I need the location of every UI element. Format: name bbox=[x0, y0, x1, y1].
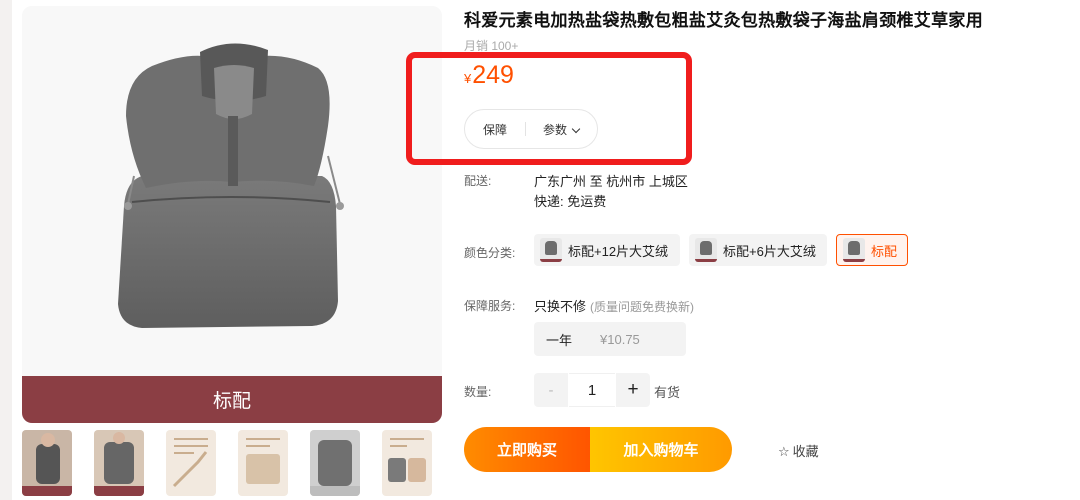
selected-variant-banner: 标配 bbox=[22, 376, 442, 423]
favorite-button[interactable]: ☆ 收藏 bbox=[778, 441, 819, 460]
thumbnail-strip bbox=[22, 430, 452, 500]
heated-shawl-illustration bbox=[118, 43, 344, 328]
thumbnail-image[interactable] bbox=[382, 430, 432, 496]
price-highlight-annotation bbox=[406, 52, 692, 165]
thumbnail-image[interactable] bbox=[94, 430, 144, 496]
product-page: 标配 科爱元素电加热盐袋热敷包粗盐艾灸包热敷袋子海盐肩颈椎艾草家用 月销 100… bbox=[12, 0, 1080, 500]
shipping-route[interactable]: 广东广州 至 杭州市 上城区 bbox=[534, 171, 688, 190]
quantity-decrease-button[interactable]: - bbox=[534, 373, 568, 407]
service-label: 保障服务: bbox=[464, 299, 516, 313]
add-to-cart-button[interactable]: 加入购物车 bbox=[590, 427, 732, 472]
option-label: 标配+12片大艾绒 bbox=[568, 243, 669, 259]
service-note: (质量问题免费换新) bbox=[590, 300, 695, 314]
option-thumbnail bbox=[540, 238, 562, 262]
stock-status: 有货 bbox=[654, 385, 681, 400]
product-main-image[interactable] bbox=[22, 6, 442, 376]
color-option[interactable]: 标配+12片大艾绒 bbox=[534, 234, 680, 266]
shipping-label: 配送: bbox=[464, 174, 492, 188]
quantity-increase-button[interactable]: + bbox=[616, 373, 650, 407]
product-title: 科爱元素电加热盐袋热敷包粗盐艾灸包热敷袋子海盐肩颈椎艾草家用 bbox=[464, 11, 983, 30]
color-option[interactable]: 标配+6片大艾绒 bbox=[689, 234, 827, 266]
color-option-selected[interactable]: 标配 bbox=[836, 234, 908, 266]
color-label: 颜色分类: bbox=[464, 246, 516, 260]
quantity-input[interactable]: 1 bbox=[569, 373, 615, 407]
shipping-method: 快递: 免运费 bbox=[534, 194, 607, 209]
service-plan-fee: ¥10.75 bbox=[600, 331, 640, 347]
option-thumbnail bbox=[695, 238, 717, 262]
option-label: 标配 bbox=[871, 243, 898, 259]
thumbnail-image[interactable] bbox=[238, 430, 288, 496]
product-gallery: 标配 bbox=[22, 6, 442, 423]
buy-now-button[interactable]: 立即购买 bbox=[464, 427, 590, 472]
option-label: 标配+6片大艾绒 bbox=[723, 243, 816, 259]
service-option[interactable]: 只换不修 (质量问题免费换新) bbox=[534, 296, 694, 315]
option-thumbnail bbox=[843, 238, 865, 262]
star-outline-icon: ☆ bbox=[778, 444, 790, 459]
thumbnail-image[interactable] bbox=[310, 430, 360, 496]
thumbnail-image[interactable] bbox=[166, 430, 216, 496]
favorite-label: 收藏 bbox=[792, 444, 819, 459]
thumbnail-image[interactable] bbox=[22, 430, 72, 496]
quantity-label: 数量: bbox=[464, 385, 492, 399]
service-name: 只换不修 bbox=[534, 299, 587, 314]
service-plan-label: 一年 bbox=[546, 332, 573, 348]
service-plan-option[interactable]: 一年 ¥10.75 bbox=[534, 322, 686, 356]
